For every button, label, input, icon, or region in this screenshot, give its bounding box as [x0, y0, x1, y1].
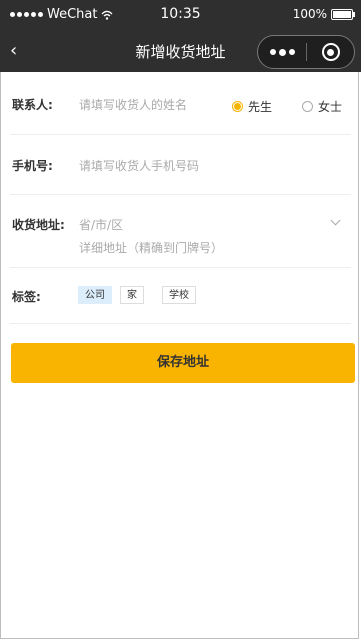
status-bar: WeChat 10:35 100% [0, 0, 361, 30]
mini-program-capsule [257, 35, 355, 69]
tag-company[interactable]: 公司 [78, 286, 112, 304]
tag-home[interactable]: 家 [120, 286, 144, 304]
tag-school[interactable]: 学校 [162, 286, 196, 304]
radio-unchecked-icon [302, 101, 313, 112]
battery-percent: 100% [292, 7, 327, 21]
contact-label: 联系人: [12, 98, 53, 112]
region-picker[interactable]: 省/市/区 [79, 216, 123, 233]
tags-label: 标签: [12, 290, 41, 304]
contact-name-input[interactable]: 请填写收货人的姓名 [79, 96, 187, 113]
address-label: 收货地址: [12, 218, 65, 232]
status-right: 100% [292, 7, 355, 21]
gender-option-label: 女士 [318, 100, 343, 114]
chevron-down-icon[interactable] [330, 215, 341, 226]
save-address-button[interactable]: 保存地址 [11, 343, 355, 383]
gender-radio-female[interactable]: 女士 [302, 98, 342, 115]
address-detail-input[interactable]: 详细地址（精确到门牌号） [79, 239, 223, 256]
phone-label: 手机号: [12, 159, 53, 173]
battery-icon [331, 8, 355, 20]
phone-input[interactable]: 请填写收货人手机号码 [79, 157, 199, 174]
phone-row: 手机号: 请填写收货人手机号码 [10, 135, 351, 195]
address-row: 收货地址: 省/市/区 详细地址（精确到门牌号） [10, 195, 351, 268]
nav-bar: ‹ 新增收货地址 [0, 30, 361, 72]
gender-option-label: 先生 [248, 100, 273, 114]
close-mini-program-icon[interactable] [307, 43, 354, 61]
radio-checked-icon [232, 101, 243, 112]
tags-row: 标签: 公司 家 学校 [10, 268, 351, 324]
contact-row: 联系人: 请填写收货人的姓名 先生 女士 [10, 74, 351, 135]
gender-radio-male[interactable]: 先生 [232, 98, 272, 115]
more-icon[interactable] [258, 48, 306, 56]
